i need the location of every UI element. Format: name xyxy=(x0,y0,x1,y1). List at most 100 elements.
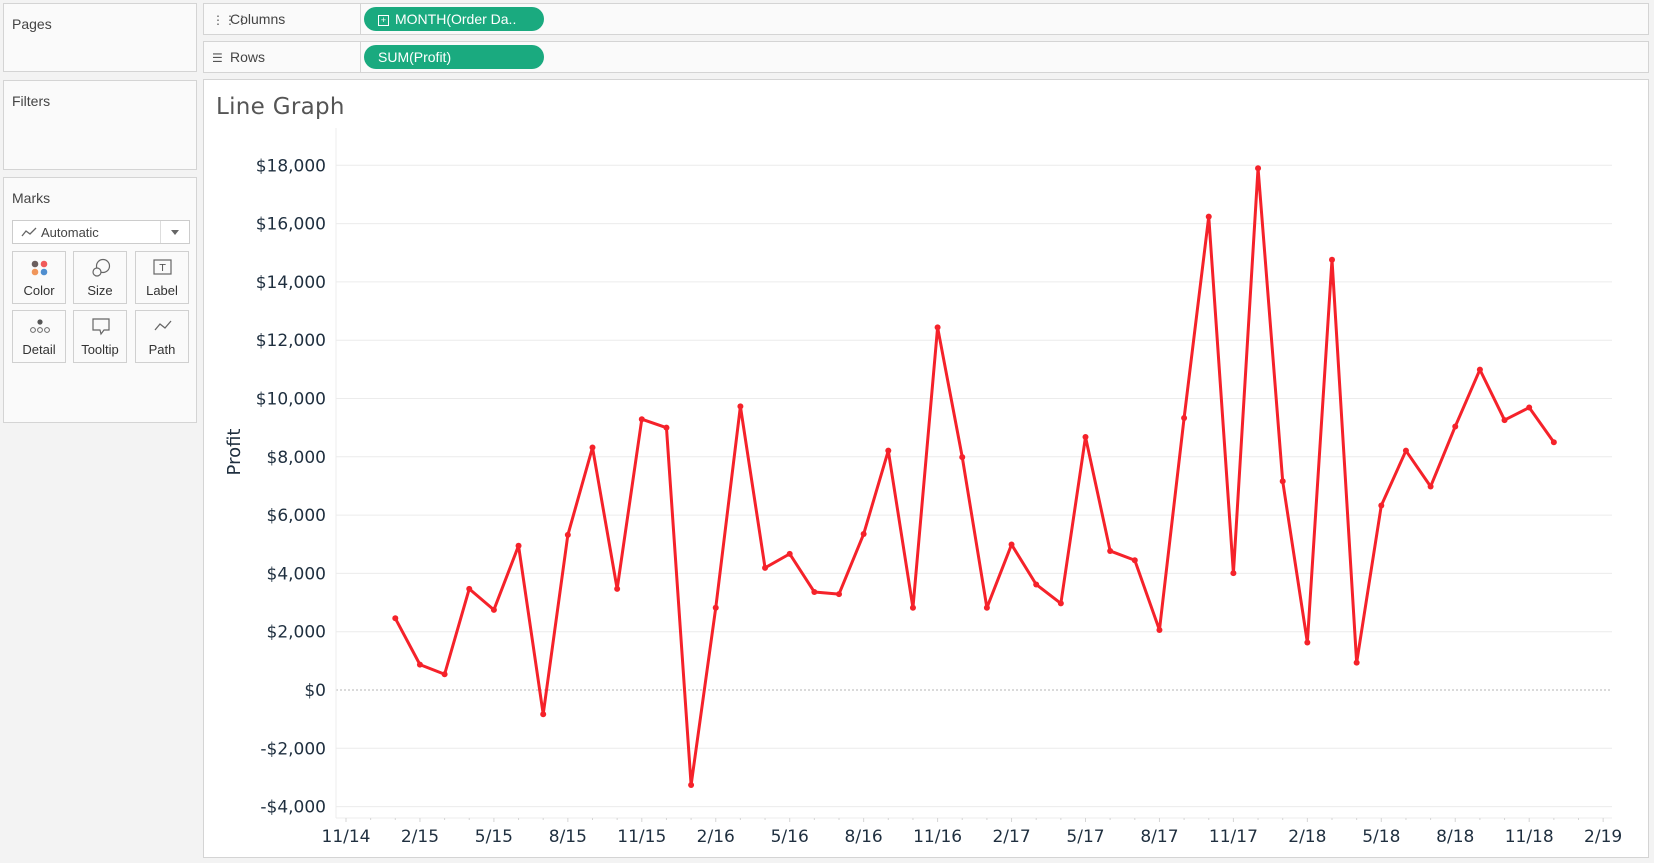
detail-button[interactable]: Detail xyxy=(12,310,66,363)
data-point xyxy=(1205,213,1212,220)
expand-icon[interactable]: + xyxy=(378,15,389,26)
columns-pill[interactable]: + MONTH(Order Da.. xyxy=(364,7,544,31)
color-button[interactable]: Color xyxy=(12,251,66,304)
data-point xyxy=(1526,404,1533,411)
columns-icon: ⋮⋮⋮ xyxy=(212,13,248,27)
columns-label-text: Columns xyxy=(230,11,286,27)
marks-title: Marks xyxy=(12,190,51,206)
data-point xyxy=(1131,557,1138,564)
data-point xyxy=(885,447,892,454)
columns-pill-text: MONTH(Order Da.. xyxy=(395,11,517,27)
data-point xyxy=(959,454,966,461)
x-tick-label: 2/17 xyxy=(992,827,1030,847)
data-point xyxy=(836,591,842,598)
rows-shelf[interactable]: ☰ Rows SUM(Profit) xyxy=(203,41,1649,73)
x-tick-label: 5/15 xyxy=(475,827,513,847)
x-tick-label: 8/18 xyxy=(1436,827,1474,847)
y-tick-label: $4,000 xyxy=(267,564,326,584)
data-point xyxy=(1230,570,1237,577)
x-tick-label: 8/15 xyxy=(549,827,587,847)
x-tick-label: 11/18 xyxy=(1505,827,1554,847)
rows-pill[interactable]: SUM(Profit) xyxy=(364,45,544,69)
data-point xyxy=(1452,423,1459,430)
x-tick-label: 8/16 xyxy=(845,827,883,847)
size-button[interactable]: Size xyxy=(73,251,127,304)
y-tick-label: $16,000 xyxy=(256,215,326,235)
y-tick-label: $14,000 xyxy=(256,273,326,293)
filters-panel[interactable]: Filters xyxy=(3,80,197,170)
data-point xyxy=(1156,626,1163,633)
data-point xyxy=(1033,581,1040,588)
data-point xyxy=(786,550,793,557)
data-point xyxy=(1378,502,1385,509)
data-point xyxy=(441,671,448,678)
label-icon: T xyxy=(153,259,172,275)
x-tick-label: 2/18 xyxy=(1288,827,1326,847)
data-point xyxy=(1279,478,1286,485)
tooltip-button[interactable]: Tooltip xyxy=(73,310,127,363)
data-point xyxy=(1329,256,1335,263)
data-point xyxy=(392,615,399,622)
y-tick-label: $8,000 xyxy=(267,448,326,468)
data-point xyxy=(1501,417,1508,424)
y-tick-label: -$2,000 xyxy=(260,739,326,759)
data-point xyxy=(909,604,916,611)
y-axis-title: Profit xyxy=(224,429,245,476)
tooltip-icon xyxy=(92,318,110,336)
data-point xyxy=(811,589,818,596)
size-icon xyxy=(92,258,111,277)
data-point xyxy=(688,782,695,789)
x-tick-label: 11/16 xyxy=(913,827,962,847)
data-point xyxy=(540,711,547,718)
size-label: Size xyxy=(87,283,113,298)
shelf-divider xyxy=(360,4,361,34)
color-label: Color xyxy=(23,283,55,298)
data-point xyxy=(466,585,473,592)
data-point xyxy=(1181,415,1188,422)
data-point xyxy=(589,444,596,451)
line-chart[interactable]: $18,000 $16,000 $14,000 $12,000 $10,000 $8,00… xyxy=(204,80,1648,857)
x-tick-label: 5/17 xyxy=(1066,827,1104,847)
data-point xyxy=(1476,366,1483,373)
tooltip-label: Tooltip xyxy=(81,342,119,357)
mark-type-dropdown[interactable]: Automatic xyxy=(12,220,190,244)
data-point xyxy=(1255,165,1262,172)
x-tick-label: 5/18 xyxy=(1362,827,1400,847)
y-tick-label: $12,000 xyxy=(256,331,326,351)
line-mark-icon xyxy=(21,227,37,237)
x-tick-label: 2/19 xyxy=(1584,827,1622,847)
label-button[interactable]: T Label xyxy=(135,251,189,304)
rows-shelf-label: ☰ Rows xyxy=(212,49,265,65)
x-tick-label: 2/16 xyxy=(697,827,735,847)
mark-type-value: Automatic xyxy=(41,225,99,240)
data-point xyxy=(1107,547,1114,554)
data-point xyxy=(1057,600,1064,607)
data-point xyxy=(638,416,645,423)
x-tick-label: 2/15 xyxy=(401,827,439,847)
detail-label: Detail xyxy=(22,342,56,357)
columns-shelf-label: ⋮⋮⋮Columns xyxy=(212,11,285,27)
label-label: Label xyxy=(146,283,178,298)
rows-pill-text: SUM(Profit) xyxy=(378,49,452,65)
path-label: Path xyxy=(148,342,176,357)
data-point xyxy=(762,564,769,571)
columns-shelf[interactable]: ⋮⋮⋮Columns + MONTH(Order Da.. xyxy=(203,3,1649,35)
rows-icon: ☰ xyxy=(212,51,223,65)
chevron-down-icon[interactable] xyxy=(160,221,189,243)
x-tick-label: 8/17 xyxy=(1140,827,1178,847)
data-point xyxy=(1082,433,1089,440)
x-tick-label: 5/16 xyxy=(771,827,809,847)
x-tick-label: 11/17 xyxy=(1209,827,1258,847)
x-tick-label: 11/15 xyxy=(617,827,666,847)
filters-title: Filters xyxy=(12,93,51,109)
data-point xyxy=(663,424,670,431)
y-tick-label: $6,000 xyxy=(267,506,326,526)
data-point xyxy=(490,606,497,613)
data-point xyxy=(614,585,621,592)
pages-panel[interactable]: Pages xyxy=(3,3,197,72)
y-tick-label: $10,000 xyxy=(256,390,326,410)
data-point xyxy=(564,531,571,538)
path-button[interactable]: Path xyxy=(135,310,189,363)
y-tick-label: $2,000 xyxy=(267,623,326,643)
data-point xyxy=(737,403,744,410)
